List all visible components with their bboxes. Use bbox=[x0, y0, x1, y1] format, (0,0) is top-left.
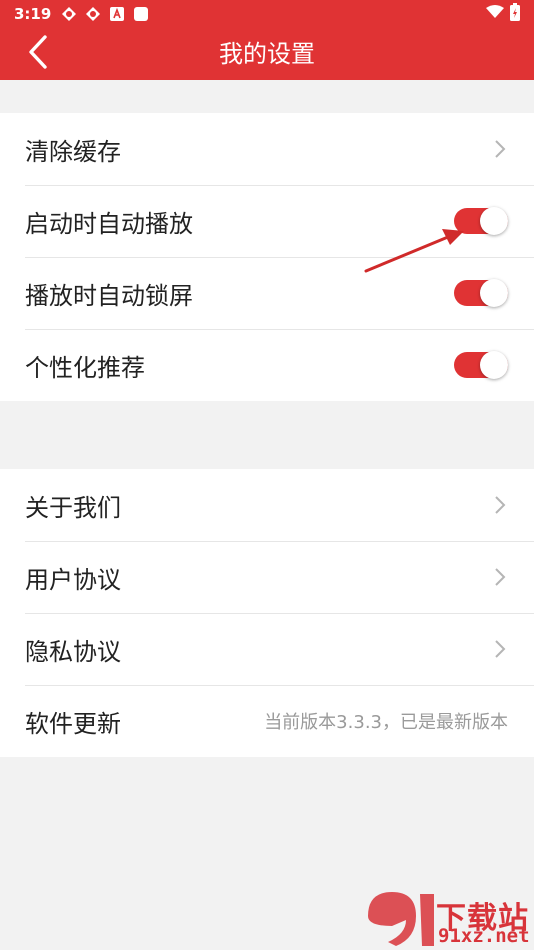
chevron-left-icon bbox=[27, 35, 49, 73]
battery-icon bbox=[510, 3, 520, 25]
toggle-knob bbox=[480, 279, 508, 307]
about-us-item[interactable]: 关于我们 bbox=[0, 469, 534, 541]
square-icon bbox=[133, 6, 149, 22]
status-bar: 3:19 bbox=[0, 0, 534, 28]
auto-lock-item: 播放时自动锁屏 bbox=[0, 257, 534, 329]
app-bar: 我的设置 bbox=[0, 28, 534, 80]
clear-cache-item[interactable]: 清除缓存 bbox=[0, 113, 534, 185]
status-time: 3:19 bbox=[14, 5, 52, 23]
settings-group-playback: 清除缓存 启动时自动播放 播放时自动锁屏 个性化推荐 bbox=[0, 113, 534, 401]
a-badge-icon bbox=[109, 6, 125, 22]
privacy-agreement-item[interactable]: 隐私协议 bbox=[0, 613, 534, 685]
back-button[interactable] bbox=[18, 34, 58, 74]
about-us-label: 关于我们 bbox=[25, 493, 121, 522]
settings-group-about: 关于我们 用户协议 隐私协议 软件更新 当前版本3.3.3，已是最新版本 bbox=[0, 469, 534, 757]
chevron-right-icon bbox=[494, 638, 508, 660]
watermark-url: 91xz.net bbox=[438, 925, 530, 947]
personalized-recommend-toggle[interactable] bbox=[454, 351, 508, 379]
user-agreement-item[interactable]: 用户协议 bbox=[0, 541, 534, 613]
auto-lock-label: 播放时自动锁屏 bbox=[25, 281, 193, 310]
software-update-item[interactable]: 软件更新 当前版本3.3.3，已是最新版本 bbox=[0, 685, 534, 757]
toggle-knob bbox=[480, 207, 508, 235]
version-status-text: 当前版本3.3.3，已是最新版本 bbox=[264, 712, 508, 733]
user-agreement-label: 用户协议 bbox=[25, 565, 121, 594]
privacy-agreement-label: 隐私协议 bbox=[25, 637, 121, 666]
wifi-icon bbox=[486, 5, 504, 23]
toggle-knob bbox=[480, 351, 508, 379]
personalized-recommend-label: 个性化推荐 bbox=[25, 353, 145, 382]
auto-lock-toggle[interactable] bbox=[454, 279, 508, 307]
page-title: 我的设置 bbox=[219, 40, 315, 68]
personalized-recommend-item: 个性化推荐 bbox=[0, 329, 534, 401]
autoplay-on-start-label: 启动时自动播放 bbox=[25, 209, 193, 238]
chevron-right-icon bbox=[494, 138, 508, 160]
autoplay-on-start-item: 启动时自动播放 bbox=[0, 185, 534, 257]
app-icon-2 bbox=[85, 6, 101, 22]
chevron-right-icon bbox=[494, 566, 508, 588]
autoplay-on-start-toggle[interactable] bbox=[454, 207, 508, 235]
software-update-label: 软件更新 bbox=[25, 709, 121, 738]
app-icon-1 bbox=[61, 6, 77, 22]
chevron-right-icon bbox=[494, 494, 508, 516]
clear-cache-label: 清除缓存 bbox=[25, 137, 121, 166]
